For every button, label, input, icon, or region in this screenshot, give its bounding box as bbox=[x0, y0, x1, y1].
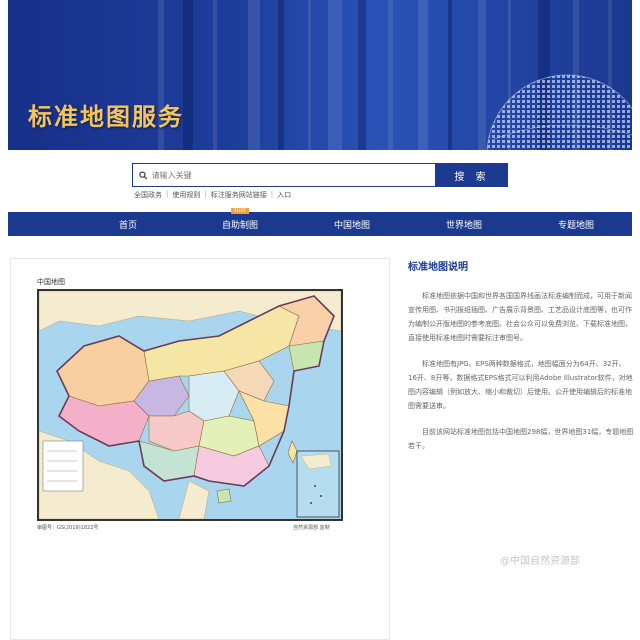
nav-item-custom-map[interactable]: HOT 自助制图 bbox=[184, 207, 296, 231]
nav-item-world-map[interactable]: 世界地图 bbox=[408, 218, 520, 231]
search-field-box[interactable] bbox=[132, 163, 436, 187]
separator: | bbox=[166, 190, 169, 198]
header-banner: 标准地图服务 bbox=[8, 0, 632, 150]
quick-link[interactable]: 标注服务网站链接 bbox=[211, 190, 267, 200]
banner-stripe bbox=[328, 0, 342, 150]
hot-badge: HOT bbox=[231, 207, 249, 214]
separator: | bbox=[204, 190, 207, 198]
nav-item-china-map[interactable]: 中国地图 bbox=[296, 218, 408, 231]
description-column: 标准地图说明 标准地图依据中国和世界各国国界线画法标准编制而成，可用于新闻宣传用… bbox=[408, 258, 634, 465]
nav-item-home[interactable]: 首页 bbox=[72, 218, 184, 231]
nav-item-label: 自助制图 bbox=[221, 220, 258, 231]
banner-stripe bbox=[308, 0, 311, 150]
paragraph: 标准地图依据中国和世界各国国界线画法标准编制而成，可用于新闻宣传用图、书刊报纸插… bbox=[408, 292, 632, 342]
map-approval-number: 审图号：GS(2019)1822号 bbox=[37, 525, 99, 531]
banner-stripe bbox=[183, 0, 193, 150]
banner-stripe bbox=[278, 0, 284, 150]
nav-item-label: 中国地图 bbox=[333, 220, 370, 231]
nav-item-label: 世界地图 bbox=[445, 220, 482, 231]
banner-stripe bbox=[248, 0, 260, 150]
paragraph: 目前该网站标准地图包括中国地图298幅，世界地图31幅，专题地图若干。 bbox=[408, 428, 634, 450]
banner-stripe bbox=[213, 0, 217, 150]
watermark: @中国自然资源部 bbox=[500, 556, 580, 567]
nav-item-label: 专题地图 bbox=[557, 220, 594, 231]
separator: | bbox=[270, 190, 274, 198]
search-bar: 搜 索 bbox=[132, 163, 508, 187]
banner-stripe bbox=[418, 0, 428, 150]
site-logo-title[interactable]: 标准地图服务 bbox=[28, 97, 184, 132]
nav-item-thematic-map[interactable]: 专题地图 bbox=[520, 218, 632, 231]
china-map-graphic bbox=[39, 291, 341, 519]
map-preview-panel: 中国地图 审图号：GS(2019)1822号 自然资源部 监制 bbox=[10, 258, 390, 640]
quick-link[interactable]: 使用规则 bbox=[172, 190, 200, 200]
search-icon bbox=[139, 170, 148, 179]
banner-stripe bbox=[388, 0, 393, 150]
search-button[interactable]: 搜 索 bbox=[436, 163, 508, 187]
search-input[interactable] bbox=[151, 170, 435, 180]
quick-links: 全国政务 | 使用规则 | 标注服务网站链接 | 入口 bbox=[134, 190, 291, 200]
paragraph: 标准地图有JPG、EPS两种数据格式，地图幅面分为64开、32开、16开、8开等… bbox=[408, 360, 633, 410]
quick-link[interactable]: 全国政务 bbox=[134, 190, 162, 200]
nav-item-label: 首页 bbox=[118, 220, 137, 231]
main-nav: 首页 HOT 自助制图 中国地图 世界地图 专题地图 bbox=[8, 207, 632, 236]
banner-stripe bbox=[448, 0, 452, 150]
globe-graphic bbox=[486, 74, 632, 150]
quick-link[interactable]: 入口 bbox=[277, 190, 291, 200]
map-publisher: 自然资源部 监制 bbox=[293, 525, 330, 531]
china-map-image[interactable] bbox=[37, 289, 343, 521]
map-title: 中国地图 bbox=[37, 278, 65, 286]
banner-stripe bbox=[358, 0, 366, 150]
section-heading: 标准地图说明 bbox=[408, 262, 468, 273]
